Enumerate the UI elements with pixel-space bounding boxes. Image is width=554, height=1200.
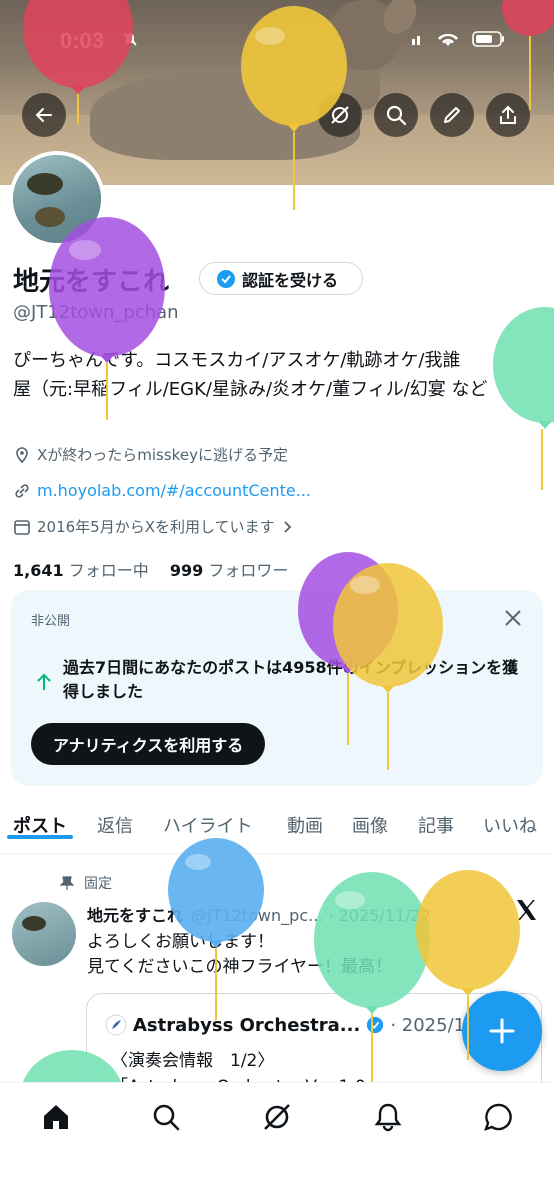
signal-icon <box>412 36 420 45</box>
quoted-date: · 2025/1 <box>390 1014 466 1036</box>
location-row: Xが終わったらmisskeyに逃げる予定 <box>13 444 288 465</box>
get-verified-button[interactable]: 認証を受ける <box>199 262 363 295</box>
joined-text: 2016年5月からXを利用しています <box>37 518 275 536</box>
pinned-label: 固定 <box>84 876 112 892</box>
bell-off-icon <box>123 32 137 46</box>
profile-bio: ぴーちゃんです。コスモスカイ/アスオケ/軌跡オケ/我誰 屋（元:早稲フィル/EG… <box>13 346 543 404</box>
messages-icon[interactable] <box>482 1101 514 1133</box>
profile-name: 地元をすこれ <box>13 267 170 297</box>
notifications-bell-icon[interactable] <box>372 1101 404 1133</box>
orchestra-avatar-icon <box>105 1014 127 1036</box>
bio-line: ぴーちゃんです。コスモスカイ/アスオケ/軌跡オケ/我誰 <box>13 350 461 371</box>
analytics-button[interactable]: アナリティクスを利用する <box>31 723 266 765</box>
back-button[interactable] <box>22 93 66 137</box>
pencil-icon <box>444 107 460 123</box>
link-row[interactable]: m.hoyolab.com/#/accountCente... <box>13 481 311 500</box>
tab-highlights[interactable]: ハイライト <box>163 806 253 838</box>
followers-label[interactable]: フォロワー <box>208 561 288 580</box>
grok-icon[interactable] <box>261 1101 293 1133</box>
post-line: よろしくお願いします！ <box>87 932 274 952</box>
profile-handle: @JT12town_pchan <box>13 302 179 323</box>
avatar-duck <box>27 173 63 195</box>
post-author[interactable]: 地元をすこれ <box>87 906 183 925</box>
following-label[interactable]: フォロー中 <box>69 561 149 580</box>
follow-stats: 1,641 フォロー中 999 フォロワー <box>13 557 304 581</box>
tab-videos[interactable]: 動画 <box>287 806 323 838</box>
grok-button[interactable] <box>318 93 362 137</box>
share-button[interactable] <box>486 93 530 137</box>
quoted-header: Astrabyss Orchestra... · 2025/1 <box>105 1014 465 1036</box>
tab-likes[interactable]: いいね <box>483 806 537 838</box>
status-icons <box>410 30 506 48</box>
search-icon[interactable] <box>150 1101 182 1133</box>
analytics-card: 非公開 過去7日間にあなたのポストは4958件のインプレッションを獲得しました … <box>11 590 543 786</box>
tab-posts[interactable]: ポスト <box>7 806 73 839</box>
back-arrow-icon <box>35 108 52 122</box>
profile-tabs: ポスト 返信 ハイライト 動画 画像 記事 いいね <box>0 806 554 854</box>
chevron-right-icon <box>283 520 291 533</box>
battery-icon <box>472 31 504 47</box>
arrow-up-icon <box>37 673 51 690</box>
avatar-duck-shadow <box>35 207 65 227</box>
followers-count[interactable]: 999 <box>170 561 203 580</box>
home-icon[interactable] <box>40 1101 72 1133</box>
joined-row[interactable]: 2016年5月からXを利用しています <box>13 516 293 537</box>
tab-replies[interactable]: 返信 <box>97 806 133 838</box>
post-handle-date: @JT12town_pc... · 2025/11/22 <box>191 906 431 925</box>
pinned-indicator: 固定 <box>60 873 112 893</box>
status-time: 0:03 <box>60 28 105 53</box>
location-pin-icon <box>16 446 28 463</box>
post-avatar[interactable] <box>12 902 76 966</box>
post-text: よろしくお願いします！ 見てくださいこの神フライヤー！最高！ <box>87 930 392 980</box>
private-label: 非公開 <box>31 614 71 629</box>
quoted-line: 〈演奏会情報 1/2〉 <box>111 1051 275 1071</box>
bottom-navigation <box>0 1082 554 1200</box>
tab-articles[interactable]: 記事 <box>418 806 454 838</box>
search-button[interactable] <box>374 93 418 137</box>
following-count[interactable]: 1,641 <box>13 561 64 580</box>
post-header: 地元をすこれ @JT12town_pc... · 2025/11/22 <box>87 902 431 926</box>
close-icon[interactable] <box>503 608 523 628</box>
search-icon <box>386 105 407 126</box>
avatar-background <box>13 155 101 243</box>
edit-button[interactable] <box>430 93 474 137</box>
plus-icon <box>489 1018 515 1044</box>
get-verified-label: 認証を受ける <box>242 270 339 290</box>
link-icon <box>15 483 29 498</box>
wifi-icon <box>438 33 458 46</box>
verified-badge-icon <box>367 1016 384 1034</box>
compose-button[interactable] <box>462 991 542 1071</box>
share-icon <box>500 105 516 124</box>
profile-avatar[interactable] <box>9 151 105 247</box>
bio-line: 屋（元:早稲フィル/EGK/星詠み/炎オケ/董フィル/幻宴 など <box>13 379 488 400</box>
x-logo-icon <box>517 900 536 920</box>
tab-images[interactable]: 画像 <box>352 806 388 838</box>
verified-badge-icon <box>217 269 235 288</box>
pin-icon <box>60 876 74 890</box>
quoted-author: Astrabyss Orchestra... <box>133 1014 361 1036</box>
calendar-icon <box>14 519 30 535</box>
grok-icon <box>331 106 349 124</box>
profile-link[interactable]: m.hoyolab.com/#/accountCente... <box>37 481 311 500</box>
location-text: Xが終わったらmisskeyに逃げる予定 <box>37 446 288 464</box>
post-line: 見てくださいこの神フライヤー！最高！ <box>87 957 392 977</box>
impressions-message: 過去7日間にあなたのポストは4958件のインプレッションを獲得しました <box>63 658 519 701</box>
